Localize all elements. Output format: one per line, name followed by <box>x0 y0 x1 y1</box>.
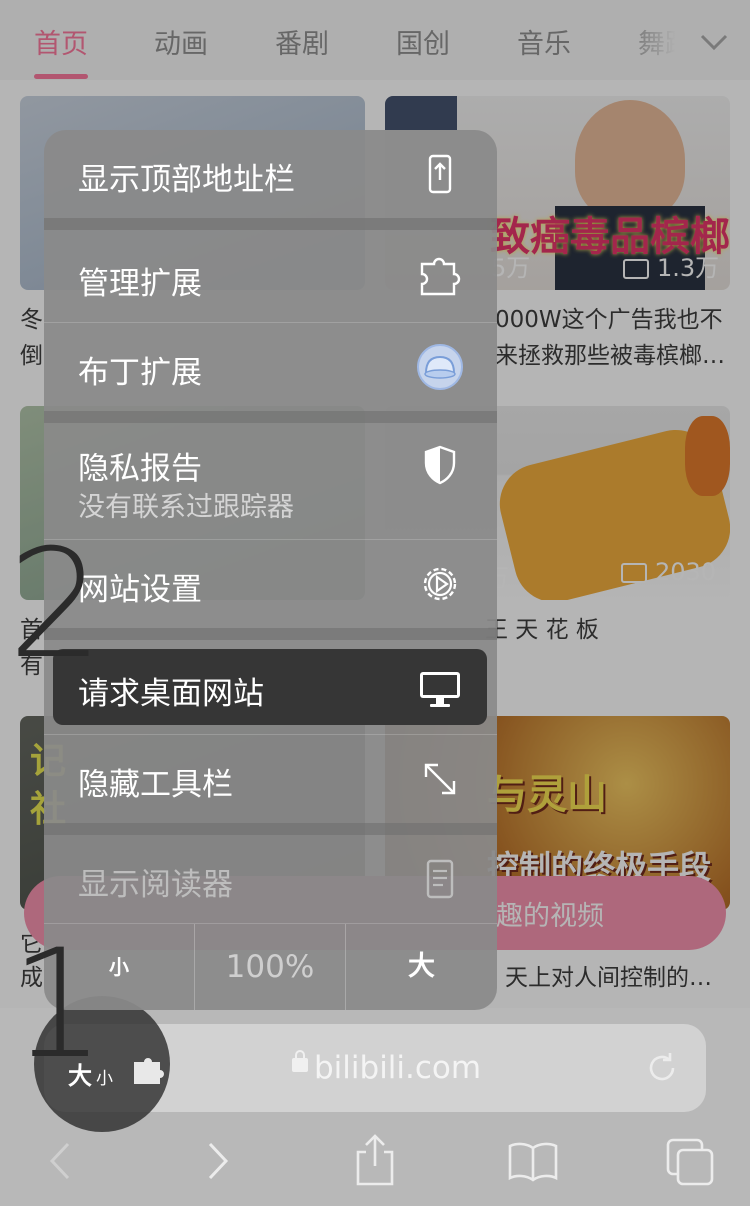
desktop-icon <box>420 672 460 707</box>
lock-icon <box>292 1050 308 1072</box>
menu-item-label: 显示顶部地址栏 <box>78 162 295 198</box>
step-number-2: 2 <box>8 518 104 692</box>
expand-arrows-icon <box>424 763 456 795</box>
step-number-1: 1 <box>10 918 106 1092</box>
url-text: bilibili.com <box>314 1050 482 1086</box>
menu-group-gap <box>44 823 497 835</box>
menu-item-label: 隐私报告 <box>78 451 202 487</box>
menu-item-pudding-extension[interactable]: 布丁扩展 <box>44 323 497 411</box>
bookmarks-icon[interactable] <box>506 1140 560 1184</box>
menu-item-manage-extensions[interactable]: 管理扩展 <box>44 230 497 322</box>
menu-item-show-reader: 显示阅读器 <box>44 835 497 923</box>
shield-icon <box>424 445 456 485</box>
menu-group-gap <box>44 218 497 230</box>
zoom-in-button[interactable]: 大 <box>346 924 497 1010</box>
address-bar-top-icon <box>428 154 452 194</box>
menu-item-request-desktop-site[interactable]: 请求桌面网站 <box>44 640 497 734</box>
menu-item-label: 隐藏工具栏 <box>78 767 233 803</box>
extension-puzzle-icon <box>134 1058 164 1084</box>
menu-item-label: 请求桌面网站 <box>78 676 264 712</box>
menu-item-sublabel: 没有联系过跟踪器 <box>78 492 294 523</box>
menu-item-hide-toolbar[interactable]: 隐藏工具栏 <box>44 735 497 823</box>
back-icon[interactable] <box>44 1138 80 1184</box>
gear-icon <box>423 567 457 601</box>
menu-item-label: 布丁扩展 <box>78 355 202 391</box>
menu-item-show-top-address-bar[interactable]: 显示顶部地址栏 <box>44 130 497 218</box>
menu-group-gap <box>44 628 497 640</box>
reload-icon[interactable] <box>644 1050 680 1086</box>
menu-item-label: 管理扩展 <box>78 266 202 302</box>
menu-item-label: 显示阅读器 <box>78 867 233 903</box>
pudding-extension-icon <box>417 344 463 390</box>
page-menu: 显示顶部地址栏 管理扩展 布丁扩展 隐私报告 没有联系过跟踪器 网站设置 请求桌… <box>44 130 497 1010</box>
tabs-icon[interactable] <box>664 1136 716 1188</box>
forward-icon[interactable] <box>200 1138 236 1184</box>
menu-item-website-settings[interactable]: 网站设置 <box>44 540 497 628</box>
puzzle-icon <box>420 257 461 296</box>
menu-group-gap <box>44 411 497 423</box>
share-icon[interactable] <box>352 1132 398 1188</box>
menu-item-privacy-report[interactable]: 隐私报告 没有联系过跟踪器 <box>44 423 497 539</box>
reader-icon <box>426 859 454 899</box>
zoom-level: 100% <box>225 949 315 985</box>
